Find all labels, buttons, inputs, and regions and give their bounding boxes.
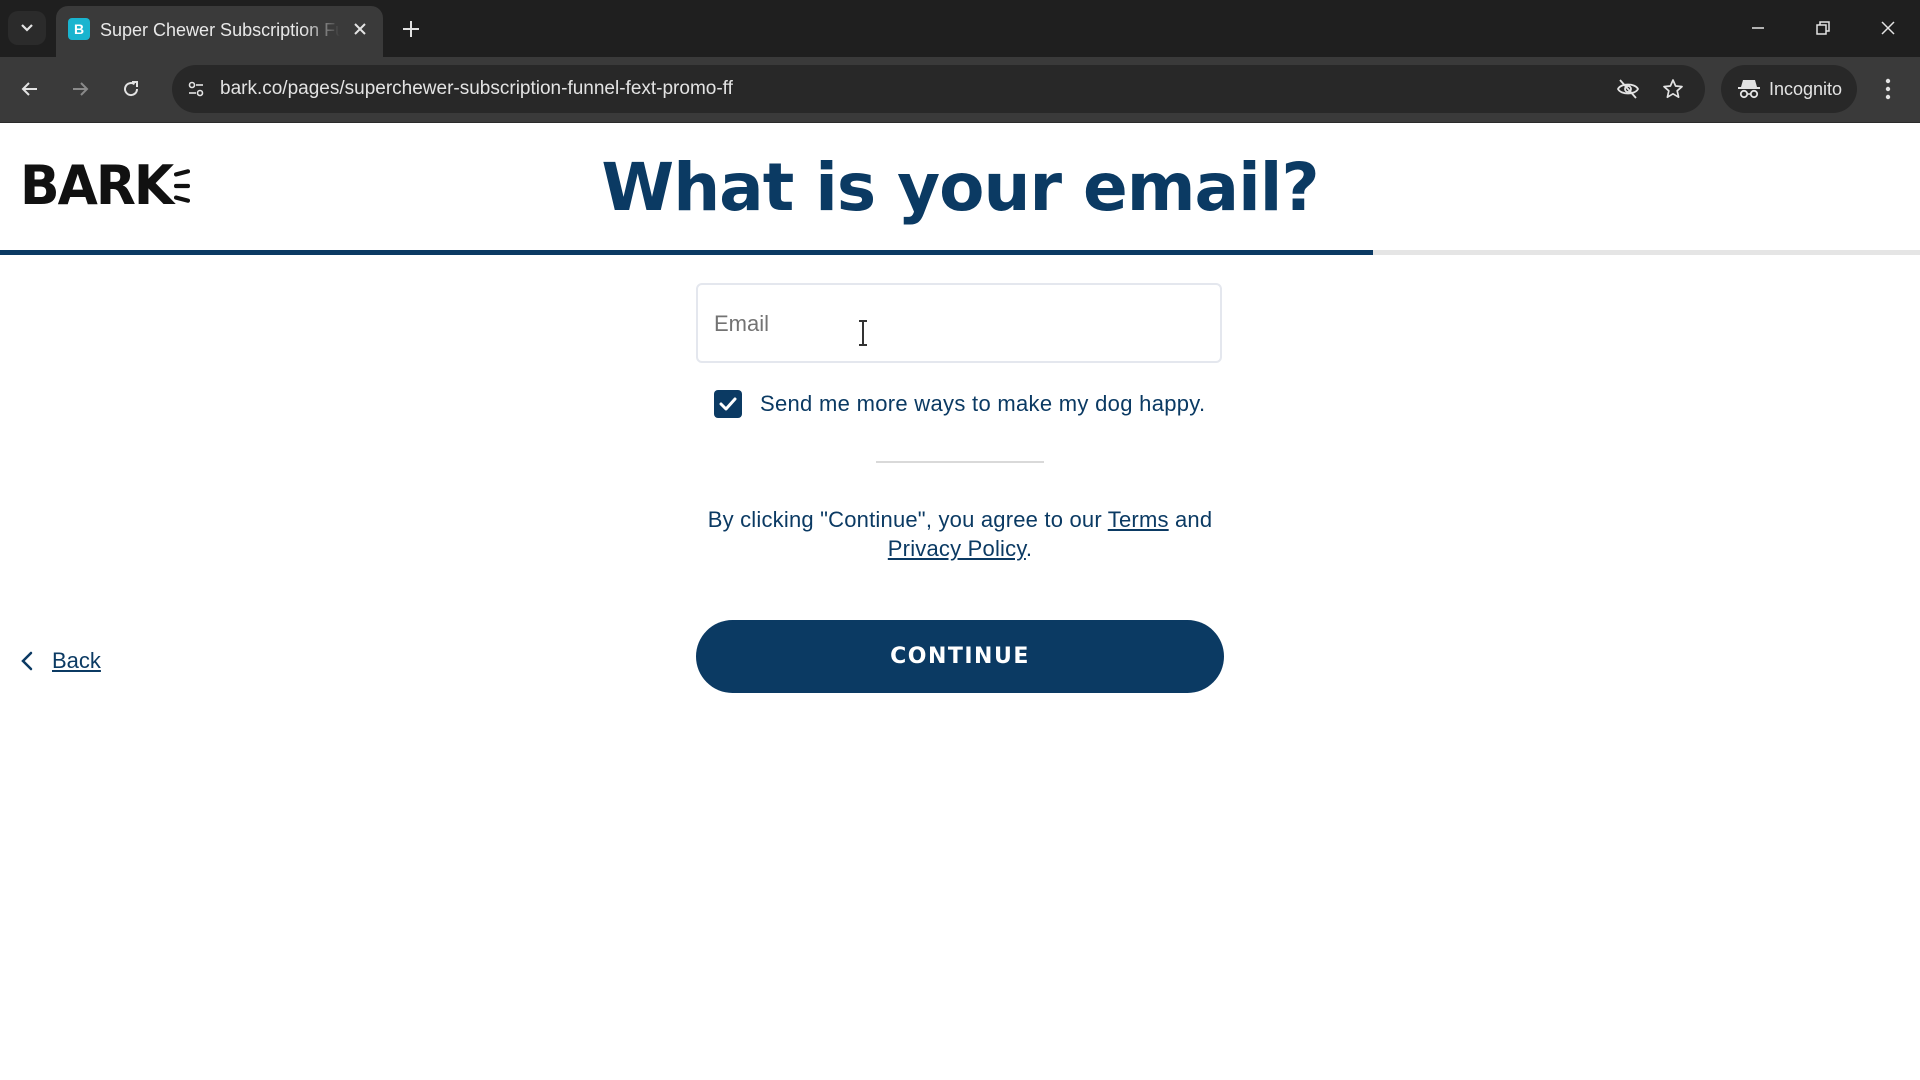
terms-link[interactable]: Terms: [1108, 507, 1169, 532]
opt-in-label: Send me more ways to make my dog happy.: [760, 391, 1206, 416]
arrow-right-icon: [73, 82, 89, 96]
url-text: bark.co/pages/superchewer-subscription-f…: [220, 78, 733, 99]
favicon-icon: B: [68, 18, 90, 40]
close-window-button[interactable]: [1866, 8, 1910, 48]
bark-logo[interactable]: BARK: [20, 154, 191, 218]
browser-menu-button[interactable]: [1870, 71, 1906, 107]
chevron-left-icon: [21, 651, 33, 671]
browser-toolbar: bark.co/pages/superchewer-subscription-f…: [0, 57, 1920, 123]
restore-icon: [1816, 21, 1830, 35]
browser-tab-strip: B Super Chewer Subscription Funnel: [0, 0, 1920, 57]
kebab-menu-icon: [1885, 78, 1891, 100]
divider: [876, 461, 1044, 463]
eye-off-icon: [1616, 79, 1640, 99]
progress-bar-fill: [0, 250, 1373, 255]
address-bar[interactable]: bark.co/pages/superchewer-subscription-f…: [172, 65, 1705, 113]
forward-nav-button[interactable]: [62, 71, 98, 107]
logo-text: BARK: [20, 154, 174, 218]
opt-in-row[interactable]: Send me more ways to make my dog happy.: [714, 388, 1205, 420]
restore-button[interactable]: [1801, 8, 1845, 48]
site-info-button[interactable]: [178, 71, 214, 107]
tracking-protection-button[interactable]: [1612, 73, 1644, 105]
continue-button[interactable]: CONTINUE: [696, 620, 1224, 693]
opt-in-checkbox[interactable]: [714, 390, 742, 418]
close-icon: [354, 23, 366, 35]
arrow-left-icon: [21, 82, 37, 96]
legal-suffix: .: [1025, 536, 1033, 561]
speed-lines-icon: [174, 155, 191, 218]
incognito-badge[interactable]: Incognito: [1721, 65, 1857, 113]
email-input[interactable]: [712, 285, 1206, 363]
page-title: What is your email?: [601, 149, 1319, 226]
minimize-button[interactable]: [1736, 8, 1780, 48]
checkmark-icon: [719, 397, 737, 411]
new-tab-button[interactable]: [396, 14, 426, 44]
legal-notice: By clicking "Continue", you agree to our…: [660, 505, 1260, 563]
legal-middle: and: [1168, 507, 1213, 532]
reload-icon: [124, 81, 139, 97]
incognito-icon: [1738, 80, 1760, 99]
page-content: BARK What is your email? Send me more wa…: [0, 123, 1920, 1080]
browser-tab-active[interactable]: B Super Chewer Subscription Funnel: [56, 6, 383, 57]
reload-button[interactable]: [113, 71, 149, 107]
star-icon: [1663, 79, 1683, 99]
back-link[interactable]: Back: [20, 643, 101, 679]
chevron-down-icon: [21, 24, 33, 32]
legal-prefix: By clicking "Continue", you agree to our: [707, 507, 1108, 532]
tab-close-button[interactable]: [347, 16, 373, 42]
email-field[interactable]: [696, 283, 1222, 363]
progress-bar: [0, 250, 1920, 255]
privacy-policy-link[interactable]: Privacy Policy: [888, 536, 1026, 561]
tab-search-button[interactable]: [8, 11, 46, 45]
incognito-label: Incognito: [1769, 78, 1843, 99]
back-nav-button[interactable]: [12, 71, 48, 107]
close-icon: [1881, 21, 1895, 35]
text-cursor-icon: [859, 320, 867, 346]
bookmark-button[interactable]: [1657, 73, 1689, 105]
plus-icon: [403, 21, 419, 37]
minimize-icon: [1752, 27, 1764, 29]
tab-title: Super Chewer Subscription Funnel: [100, 20, 340, 40]
tune-icon: [188, 81, 204, 97]
back-label: Back: [52, 648, 101, 673]
